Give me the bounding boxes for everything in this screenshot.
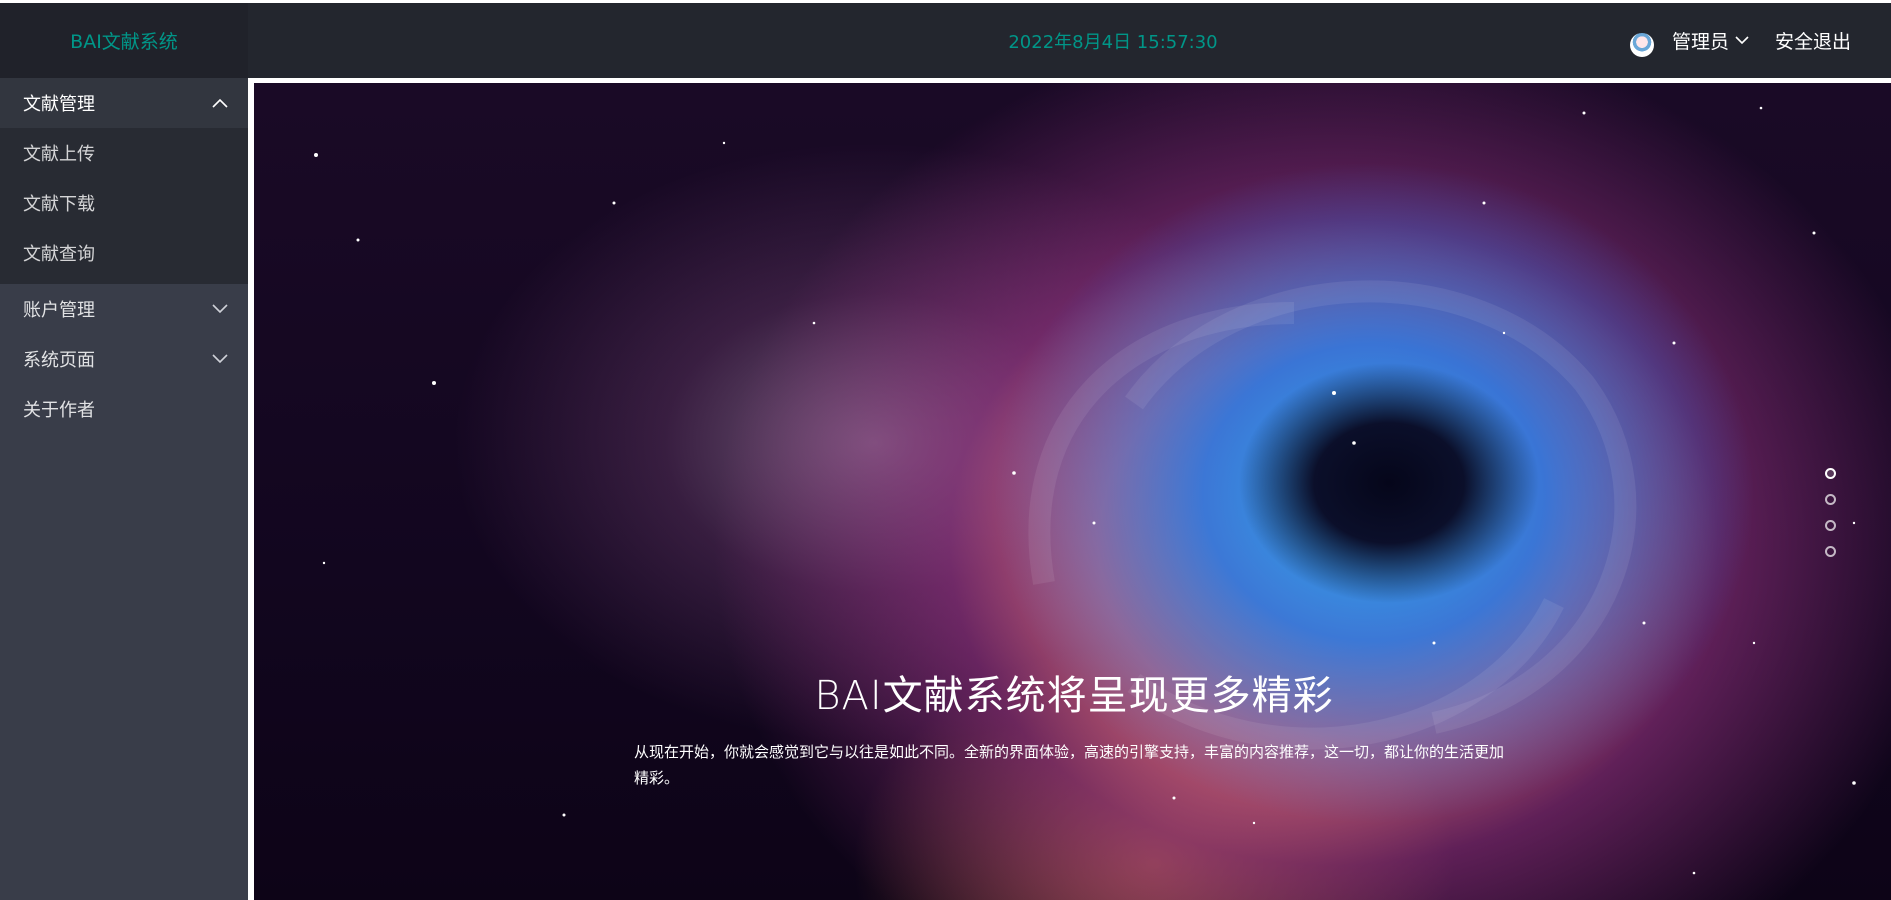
sidebar: 文献管理 文献上传 文献下载 文献查询 账户管理 系统页面 关于作者 (0, 78, 248, 900)
chevron-down-icon (212, 304, 228, 314)
carousel-indicator-2[interactable] (1825, 494, 1836, 505)
chevron-up-icon (212, 98, 228, 108)
chevron-down-icon (1735, 36, 1749, 45)
carousel-description: 从现在开始，你就会感觉到它与以往是如此不同。全新的界面体验，高速的引擎支持，丰富… (634, 743, 1505, 787)
carousel-caption: BAI文献系统将呈现更多精彩 从现在开始，你就会感觉到它与以往是如此不同。全新的… (634, 663, 1514, 791)
sidebar-item-literature-upload[interactable]: 文献上传 (0, 128, 248, 178)
carousel-title: BAI文献系统将呈现更多精彩 (814, 673, 1334, 719)
sidebar-item-label: 关于作者 (23, 400, 95, 421)
user-name[interactable]: 管理员 (1672, 27, 1729, 54)
sidebar-item-literature-management[interactable]: 文献管理 (0, 78, 248, 128)
sidebar-item-system-pages[interactable]: 系统页面 (0, 334, 248, 384)
user-menu[interactable]: 管理员 (1672, 27, 1749, 54)
avatar[interactable] (1629, 32, 1654, 57)
sidebar-item-literature-download[interactable]: 文献下载 (0, 178, 248, 228)
carousel-indicator-1[interactable] (1825, 468, 1836, 479)
hero-carousel: BAI文献系统将呈现更多精彩 从现在开始，你就会感觉到它与以往是如此不同。全新的… (254, 83, 1891, 900)
current-datetime: 2022年8月4日 15:57:30 (1008, 31, 1218, 53)
sidebar-item-about-author[interactable]: 关于作者 (0, 384, 248, 434)
sidebar-item-label: 系统页面 (23, 350, 95, 371)
carousel-indicator-3[interactable] (1825, 520, 1836, 531)
carousel-indicator-4[interactable] (1825, 546, 1836, 557)
sidebar-item-label: 账户管理 (23, 300, 95, 321)
sidebar-item-label: 文献管理 (23, 94, 95, 115)
user-area: 管理员 安全退出 (1629, 3, 1851, 78)
brand-logo[interactable]: BAI文献系统 (0, 3, 248, 78)
carousel-indicators (1825, 468, 1836, 572)
chevron-down-icon (212, 354, 228, 364)
submenu-literature-management: 文献上传 文献下载 文献查询 (0, 128, 248, 284)
sidebar-item-literature-search[interactable]: 文献查询 (0, 228, 248, 278)
logout-button[interactable]: 安全退出 (1775, 27, 1851, 54)
sidebar-item-account-management[interactable]: 账户管理 (0, 284, 248, 334)
brand-title[interactable]: BAI文献系统 (70, 27, 178, 54)
top-header: BAI文献系统 2022年8月4日 15:57:30 管理员 安全退出 (0, 3, 1891, 78)
